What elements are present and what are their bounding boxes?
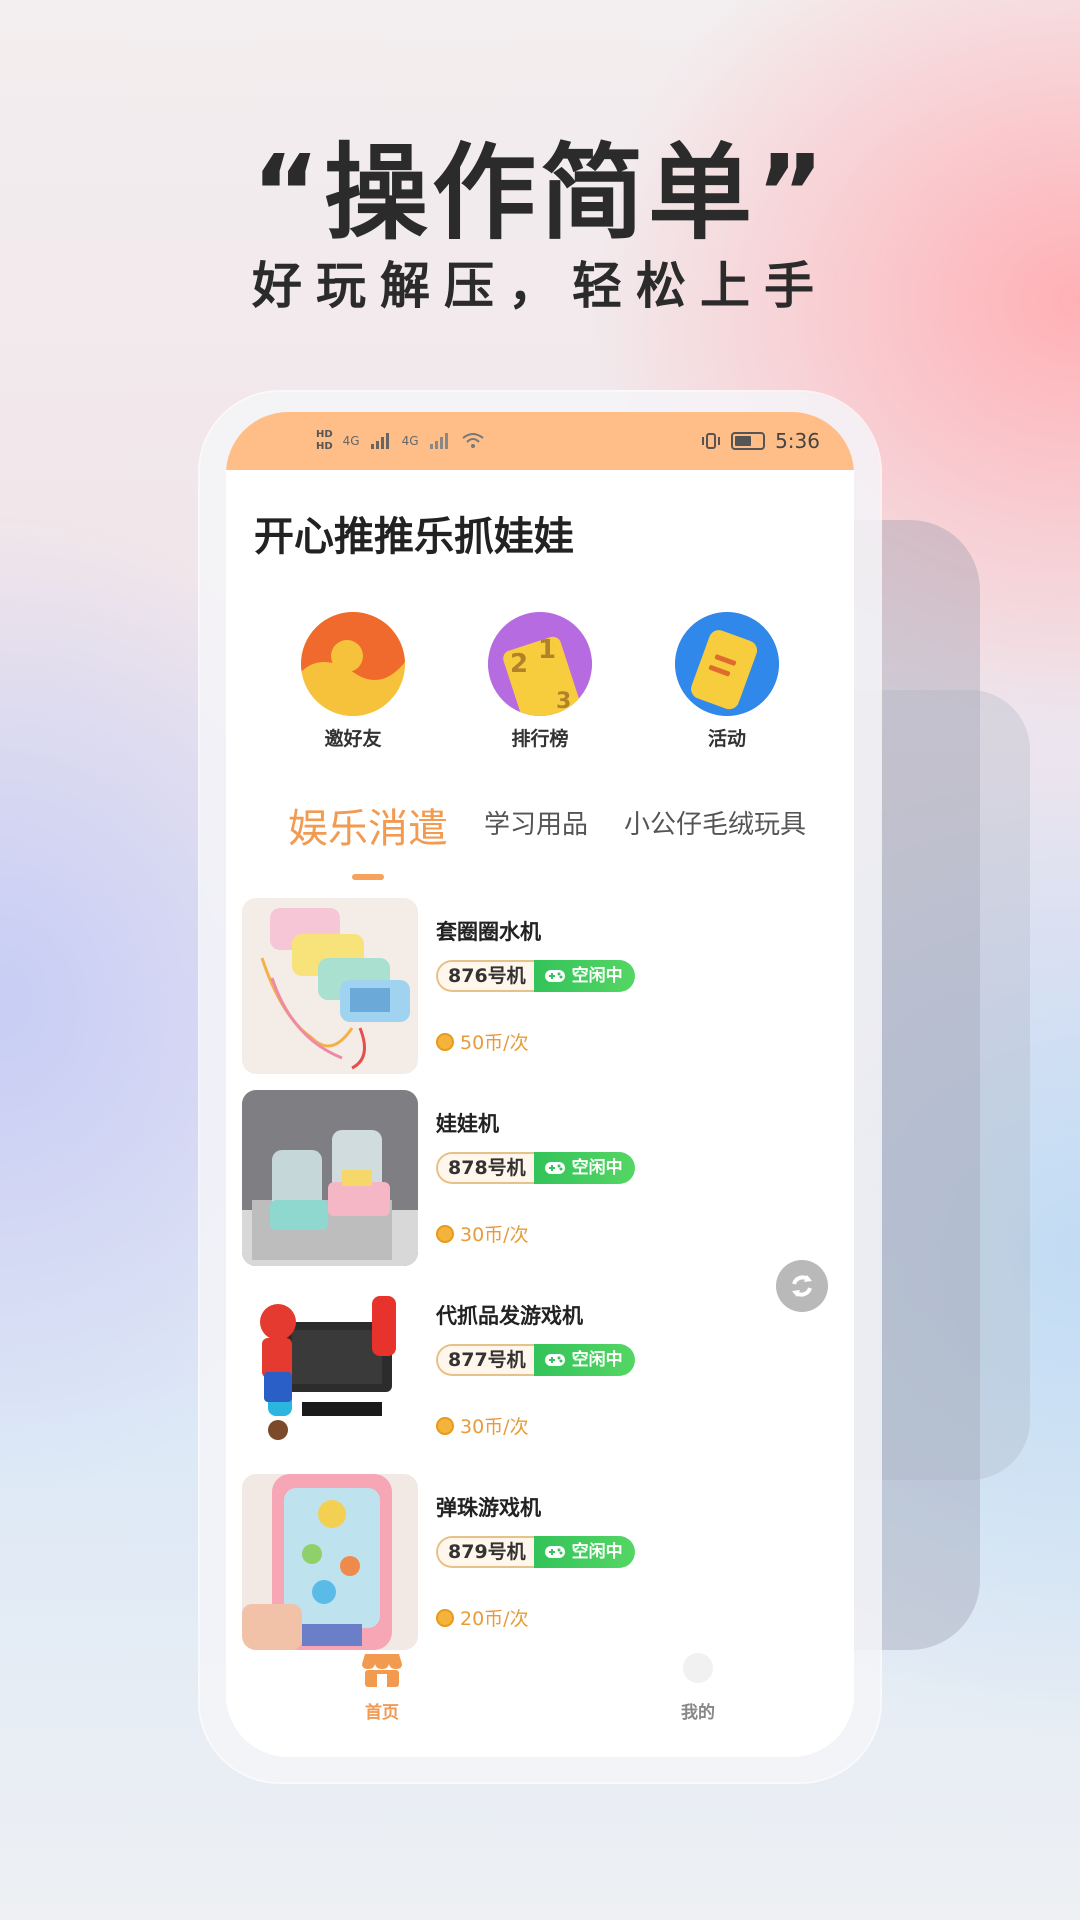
status-time: 5:36 [775, 429, 820, 453]
machine-badge: 878号机 空闲中 [436, 1152, 635, 1184]
activity-icon [675, 612, 779, 716]
tab-entertainment[interactable]: 娱乐消遣 [288, 796, 448, 854]
app-title: 开心推推乐抓娃娃 [254, 514, 574, 560]
machine-number: 878号机 [436, 1152, 534, 1184]
svg-text:3: 3 [556, 689, 571, 714]
profile-icon [683, 1653, 713, 1683]
coin-icon [436, 1608, 454, 1627]
item-price: 50币/次 [436, 1028, 529, 1055]
machine-number: 877号机 [436, 1344, 534, 1376]
machine-badge: 877号机 空闲中 [436, 1344, 635, 1376]
promo-subline: 好玩解压，轻松上手 [252, 257, 828, 315]
item-thumbnail [242, 898, 418, 1074]
invite-friends-icon [301, 612, 405, 716]
signal-icon [370, 433, 389, 449]
category-tabs: 娱乐消遣 学习用品 小公仔毛绒玩具 [226, 804, 854, 884]
shop-icon [362, 1654, 402, 1687]
promo-headline: “操作简单” [251, 132, 829, 254]
item-price: 20币/次 [436, 1604, 529, 1631]
list-item[interactable]: 弹珠游戏机 879号机 空闲中 20币/次 [242, 1474, 842, 1650]
machine-badge: 879号机 空闲中 [436, 1536, 635, 1568]
leaderboard-label: 排行榜 [511, 728, 569, 750]
coin-icon [436, 1032, 454, 1051]
item-thumbnail [242, 1474, 418, 1650]
item-name: 弹珠游戏机 [436, 1496, 541, 1520]
item-thumbnail [242, 1090, 418, 1266]
battery-icon [731, 432, 766, 450]
list-item[interactable]: 代抓品发游戏机 877号机 空闲中 30币/次 [242, 1282, 842, 1458]
wifi-icon [461, 433, 484, 448]
invite-friends-label: 邀好友 [324, 728, 382, 750]
coin-icon [436, 1416, 454, 1435]
machine-badge: 876号机 空闲中 [436, 960, 635, 992]
list-item[interactable]: 套圈圈水机 876号机 空闲中 50币/次 [242, 898, 842, 1074]
refresh-button[interactable] [776, 1260, 828, 1312]
leaderboard-button[interactable]: 2 1 3 排行榜 [480, 612, 600, 751]
item-name: 代抓品发游戏机 [436, 1304, 583, 1328]
active-tab-indicator [352, 874, 384, 880]
refresh-icon [792, 1275, 812, 1297]
leaderboard-icon: 2 1 3 [488, 612, 592, 716]
network-4g-icon: 4G [342, 434, 360, 448]
nav-home-label: 首页 [365, 1703, 399, 1723]
item-price: 30币/次 [436, 1412, 529, 1439]
invite-friends-button[interactable]: 邀好友 [293, 612, 413, 751]
nav-profile[interactable]: 我的 [638, 1652, 758, 1723]
machine-status: 空闲中 [533, 1536, 635, 1568]
list-item[interactable]: 娃娃机 878号机 空闲中 30币/次 [242, 1090, 842, 1266]
machine-status: 空闲中 [533, 960, 635, 992]
item-name: 娃娃机 [436, 1112, 499, 1136]
item-price: 30币/次 [436, 1220, 529, 1247]
item-thumbnail [242, 1282, 418, 1458]
gamepad-icon [544, 970, 565, 982]
machine-number: 876号机 [436, 960, 534, 992]
coin-icon [436, 1224, 454, 1243]
status-bar: HD HD 4G 4G 5:36 [226, 412, 854, 470]
vibrate-icon [702, 433, 721, 449]
item-name: 套圈圈水机 [436, 920, 541, 944]
network-4g-icon: 4G [401, 434, 419, 448]
nav-home[interactable]: 首页 [322, 1652, 442, 1723]
svg-text:1: 1 [538, 635, 556, 665]
machine-status: 空闲中 [533, 1152, 635, 1184]
bottom-nav: 首页 我的 [226, 1652, 854, 1757]
gamepad-icon [544, 1162, 565, 1174]
machine-number: 879号机 [436, 1536, 534, 1568]
machine-status: 空闲中 [533, 1344, 635, 1376]
nav-profile-label: 我的 [681, 1703, 715, 1723]
activity-label: 活动 [707, 728, 746, 750]
status-left: HD HD 4G 4G [316, 429, 485, 453]
gamepad-icon [544, 1354, 565, 1366]
svg-text:2: 2 [510, 649, 528, 679]
hd-icon: HD HD [316, 429, 333, 452]
signal-icon [429, 433, 448, 449]
tab-study-supplies[interactable]: 学习用品 [484, 804, 588, 841]
activity-button[interactable]: 活动 [667, 612, 787, 751]
status-right: 5:36 [701, 429, 820, 453]
tab-plush-toys[interactable]: 小公仔毛绒玩具 [624, 804, 806, 841]
gamepad-icon [544, 1546, 565, 1558]
phone-screen: HD HD 4G 4G 5:36 开心推推乐抓娃娃 邀好友 2 1 3 排行榜 … [226, 412, 854, 1757]
